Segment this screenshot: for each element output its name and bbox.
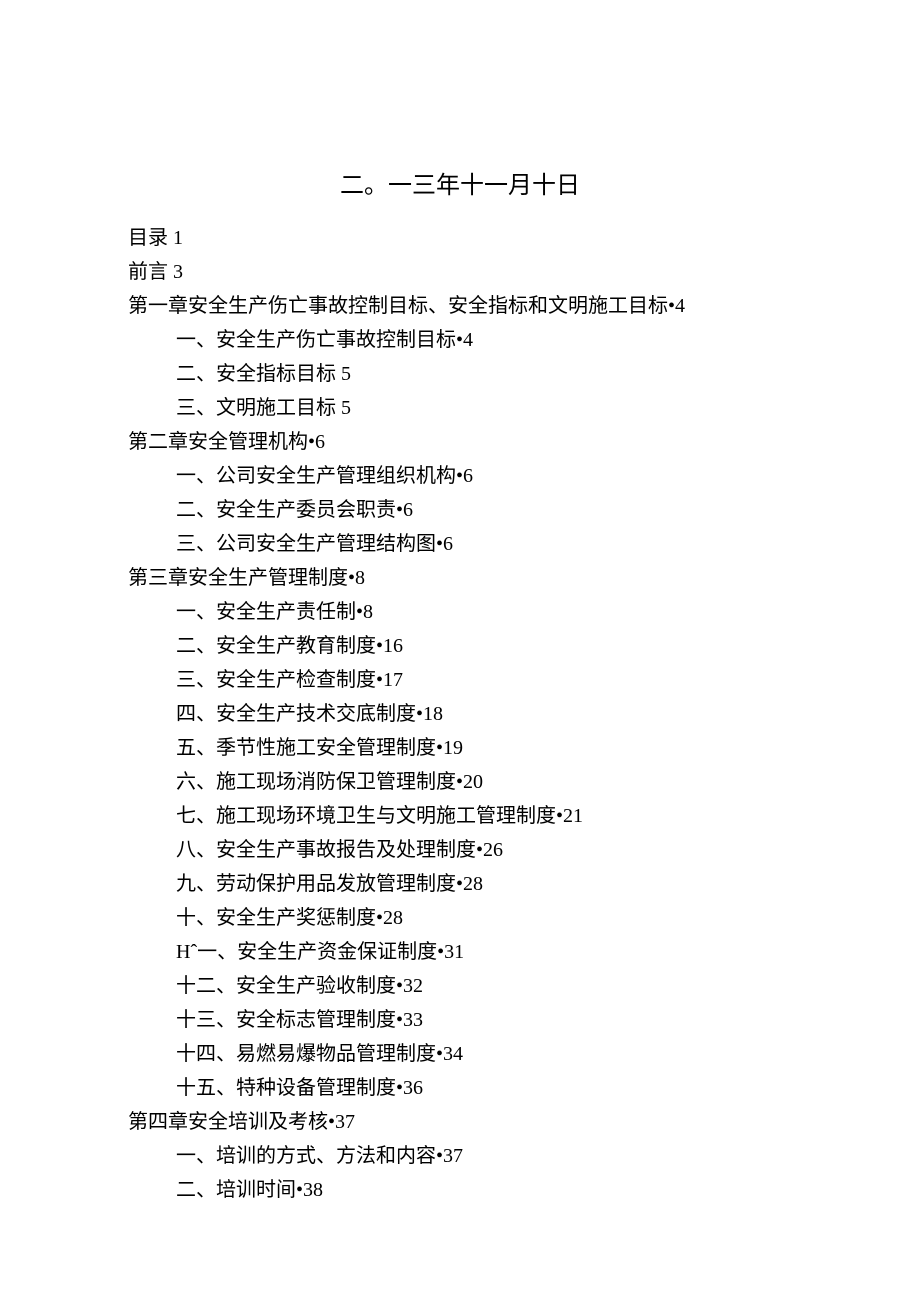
toc-line: 前言 3 — [128, 262, 792, 282]
toc-container: 目录 1 前言 3 第一章安全生产伤亡事故控制目标、安全指标和文明施工目标•4 一、安… — [128, 228, 792, 1200]
toc-line: 四、安全生产技术交底制度•18 — [128, 704, 792, 724]
toc-line: 十二、安全生产验收制度•32 — [128, 976, 792, 996]
toc-line: 七、施工现场环境卫生与文明施工管理制度•21 — [128, 806, 792, 826]
toc-line: 十、安全生产奖惩制度•28 — [128, 908, 792, 928]
toc-line: Hˆ一、安全生产资金保证制度•31 — [128, 942, 792, 962]
toc-line: 一、安全生产伤亡事故控制目标•4 — [128, 330, 792, 350]
toc-line: 三、安全生产检查制度•17 — [128, 670, 792, 690]
document-date-title: 二。一三年十一月十日 — [128, 165, 792, 200]
toc-line: 三、公司安全生产管理结构图•6 — [128, 534, 792, 554]
toc-line: 二、安全指标目标 5 — [128, 364, 792, 384]
toc-line: 二、安全生产教育制度•16 — [128, 636, 792, 656]
toc-line: 六、施工现场消防保卫管理制度•20 — [128, 772, 792, 792]
toc-line: 十三、安全标志管理制度•33 — [128, 1010, 792, 1030]
toc-line: 目录 1 — [128, 228, 792, 248]
toc-line: 五、季节性施工安全管理制度•19 — [128, 738, 792, 758]
toc-line: 第四章安全培训及考核•37 — [128, 1112, 792, 1132]
toc-line: 一、培训的方式、方法和内容•37 — [128, 1146, 792, 1166]
toc-line: 一、安全生产责任制•8 — [128, 602, 792, 622]
toc-line: 第一章安全生产伤亡事故控制目标、安全指标和文明施工目标•4 — [128, 296, 792, 316]
toc-line: 第三章安全生产管理制度•8 — [128, 568, 792, 588]
toc-line: 二、培训时间•38 — [128, 1180, 792, 1200]
toc-line: 第二章安全管理机构•6 — [128, 432, 792, 452]
toc-line: 一、公司安全生产管理组织机构•6 — [128, 466, 792, 486]
toc-line: 八、安全生产事故报告及处理制度•26 — [128, 840, 792, 860]
toc-line: 十四、易燃易爆物品管理制度•34 — [128, 1044, 792, 1064]
toc-line: 十五、特种设备管理制度•36 — [128, 1078, 792, 1098]
toc-line: 九、劳动保护用品发放管理制度•28 — [128, 874, 792, 894]
toc-line: 二、安全生产委员会职责•6 — [128, 500, 792, 520]
toc-line: 三、文明施工目标 5 — [128, 398, 792, 418]
